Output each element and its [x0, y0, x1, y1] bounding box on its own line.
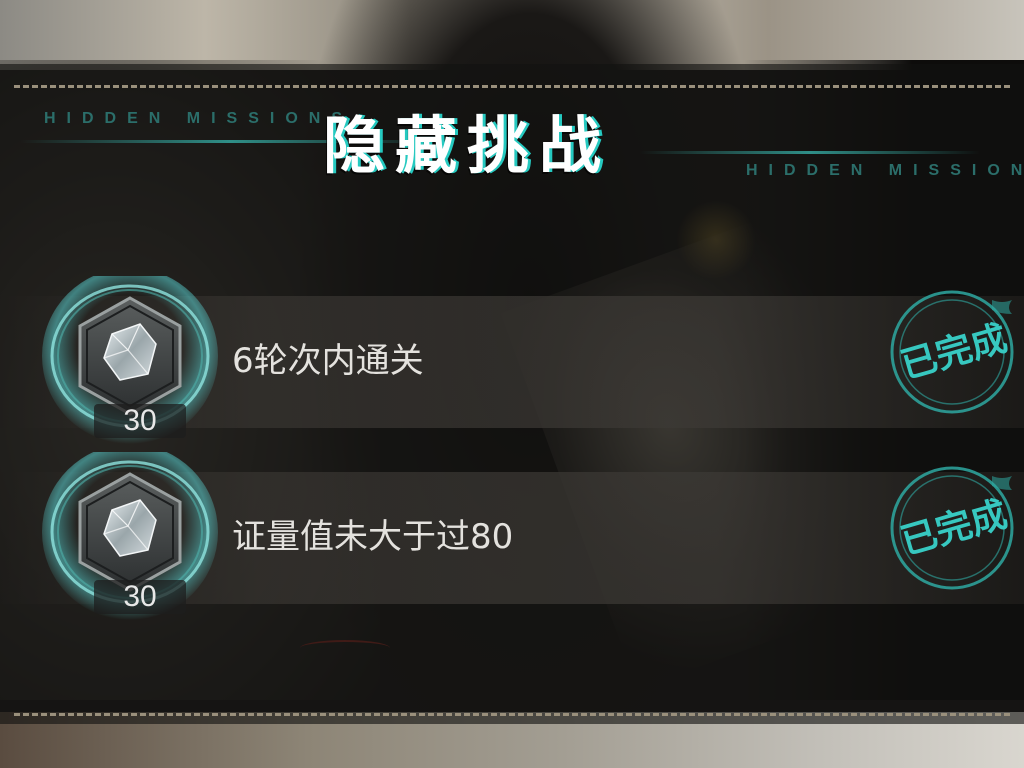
header-subtitle-left: HIDDEN MISSIONS	[44, 110, 354, 127]
reward-count: 30	[94, 580, 186, 614]
header-subtitle-right: HIDDEN MISSIONS	[746, 162, 1024, 179]
completed-stamp: 已完成	[874, 280, 1024, 430]
reward-count: 30	[94, 404, 186, 438]
page-title: 隐藏挑战	[323, 109, 612, 182]
top-dashed-divider	[14, 85, 1010, 88]
mission-description: 6轮次内通关	[232, 341, 424, 381]
reward-badge[interactable]: 30	[30, 276, 220, 456]
reward-badge[interactable]: 30	[30, 452, 220, 632]
completed-stamp: 已完成	[874, 456, 1024, 606]
bottom-dashed-divider	[14, 713, 1010, 716]
mission-description: 证量值未大于过80	[232, 517, 514, 557]
